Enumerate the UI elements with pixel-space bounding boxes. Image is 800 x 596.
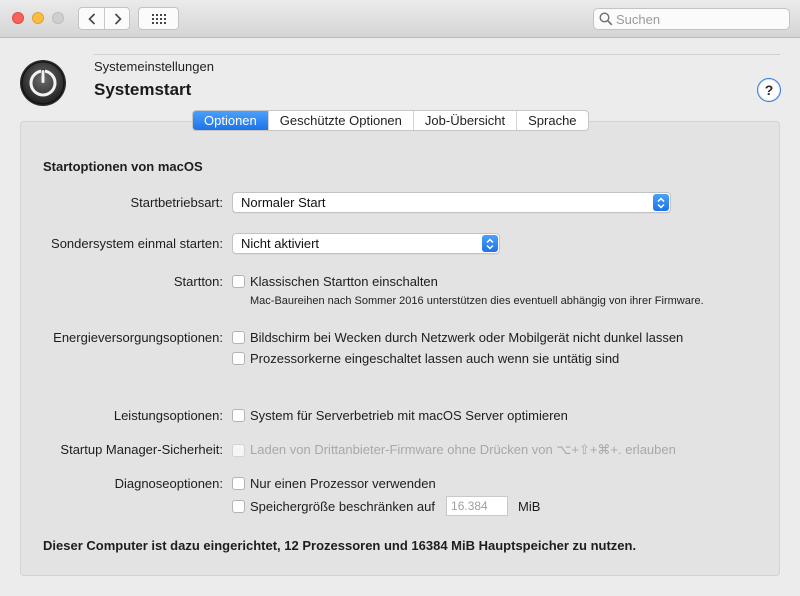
- startup-security-checkbox: [232, 443, 245, 457]
- help-button[interactable]: ?: [757, 78, 781, 102]
- special-boot-popup[interactable]: Nicht aktiviert: [232, 233, 500, 254]
- startmode-value: Normaler Start: [241, 195, 326, 210]
- titlebar: [0, 0, 800, 38]
- system-summary: Dieser Computer ist dazu eingerichtet, 1…: [43, 538, 637, 553]
- memory-limit-checkbox[interactable]: [232, 499, 245, 513]
- chime-checkbox-row[interactable]: Klassischen Startton einschalten: [232, 274, 438, 289]
- tab-sprache[interactable]: Sprache: [517, 111, 587, 130]
- energy-option2-row[interactable]: Prozessorkerne eingeschaltet lassen auch…: [232, 351, 619, 366]
- close-window-button[interactable]: [12, 12, 24, 24]
- zoom-window-button[interactable]: [52, 12, 64, 24]
- power-icon: [19, 59, 67, 107]
- history-nav: [78, 7, 130, 30]
- startup-security-option-label: Laden von Drittanbieter-Firmware ohne Dr…: [250, 442, 676, 457]
- energy-option1-checkbox[interactable]: [232, 331, 245, 344]
- performance-option-label: System für Serverbetrieb mit macOS Serve…: [250, 408, 568, 423]
- single-cpu-checkbox[interactable]: [232, 477, 245, 490]
- energy-label: Energieversorgungsoptionen:: [53, 330, 223, 345]
- page-title: Systemstart: [94, 80, 192, 99]
- back-button[interactable]: [79, 8, 105, 29]
- performance-checkbox[interactable]: [232, 409, 245, 422]
- breadcrumb: Systemeinstellungen: [94, 59, 214, 74]
- chime-note: Mac-Baureihen nach Sommer 2016 unterstüt…: [250, 295, 704, 307]
- single-cpu-label: Nur einen Prozessor verwenden: [250, 476, 436, 491]
- header-divider: [94, 54, 780, 55]
- tab-optionen[interactable]: Optionen: [193, 111, 269, 130]
- chime-label: Startton:: [173, 274, 223, 289]
- memory-limit-row[interactable]: Speichergröße beschränken auf 16.384 MiB: [232, 496, 540, 516]
- performance-label: Leistungsoptionen:: [113, 408, 223, 423]
- updown-arrows-icon: [653, 194, 669, 211]
- startmode-label: Startbetriebsart:: [130, 195, 224, 210]
- updown-arrows-icon: [482, 235, 498, 252]
- energy-option1-label: Bildschirm bei Wecken durch Netzwerk ode…: [250, 330, 684, 345]
- chime-checkbox[interactable]: [232, 275, 245, 288]
- search-field[interactable]: [593, 8, 790, 30]
- preferences-window: Systemeinstellungen Systemstart ? Option…: [0, 0, 800, 596]
- search-input[interactable]: [616, 11, 784, 27]
- startmode-popup[interactable]: Normaler Start: [232, 192, 671, 213]
- performance-row[interactable]: System für Serverbetrieb mit macOS Serve…: [232, 408, 568, 423]
- energy-option2-label: Prozessorkerne eingeschaltet lassen auch…: [250, 351, 620, 366]
- forward-button[interactable]: [105, 8, 130, 29]
- chime-option-label: Klassischen Startton einschalten: [250, 274, 438, 289]
- startup-security-label: Startup Manager-Sicherheit:: [60, 442, 223, 457]
- startup-security-row: Laden von Drittanbieter-Firmware ohne Dr…: [232, 442, 676, 458]
- section-title: Startoptionen von macOS: [43, 159, 203, 174]
- search-icon: [599, 12, 613, 26]
- energy-option2-checkbox[interactable]: [232, 352, 245, 365]
- special-boot-label: Sondersystem einmal starten:: [51, 236, 223, 251]
- tab-job-uebersicht[interactable]: Job-Übersicht: [414, 111, 518, 130]
- chevron-right-icon: [114, 12, 122, 25]
- memory-size-field[interactable]: 16.384: [446, 496, 509, 516]
- special-boot-value: Nicht aktiviert: [241, 236, 320, 251]
- grid-icon: [151, 13, 166, 24]
- show-all-button[interactable]: [138, 7, 179, 30]
- memory-limit-label: Speichergröße beschränken auf: [250, 498, 436, 514]
- chevron-left-icon: [87, 12, 95, 25]
- energy-option1-row[interactable]: Bildschirm bei Wecken durch Netzwerk ode…: [232, 330, 683, 345]
- minimize-window-button[interactable]: [32, 12, 44, 24]
- memory-unit-label: MiB: [518, 498, 541, 514]
- diagnostics-label: Diagnoseoptionen:: [114, 476, 223, 491]
- single-cpu-row[interactable]: Nur einen Prozessor verwenden: [232, 476, 436, 491]
- tab-geschuetzte-optionen[interactable]: Geschützte Optionen: [269, 111, 414, 130]
- tab-bar: Optionen Geschützte Optionen Job-Übersic…: [192, 110, 589, 131]
- help-icon: ?: [764, 82, 774, 98]
